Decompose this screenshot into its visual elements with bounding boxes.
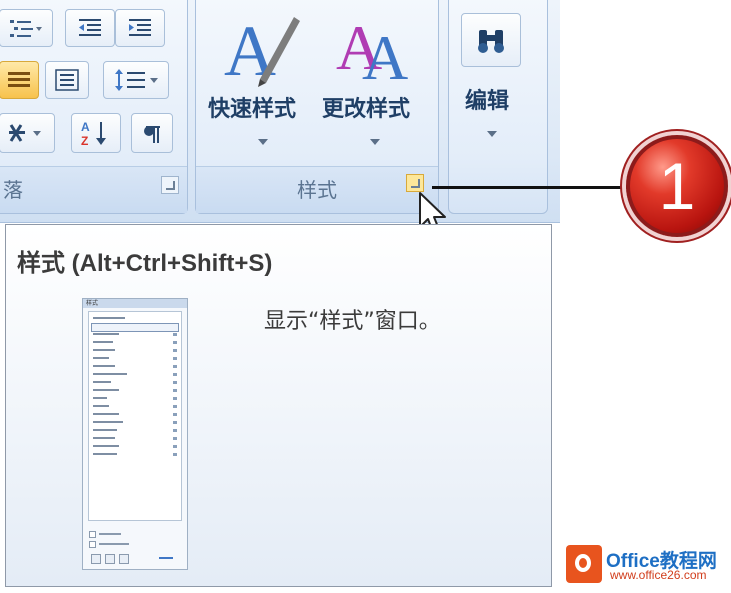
paragraph-group-label: 落 (0, 166, 187, 213)
change-styles-dropdown-arrow (370, 139, 380, 145)
svg-text:A: A (362, 22, 408, 87)
binoculars-button-frame (461, 13, 521, 67)
tooltip-description: 显示“样式”窗口。 (264, 309, 441, 334)
thumbnail-checkbox (89, 531, 96, 538)
thumbnail-mark (173, 389, 177, 392)
multilevel-list-icon (10, 20, 42, 37)
styles-dialog-launcher[interactable] (406, 174, 424, 192)
find-button[interactable]: 编辑 (457, 7, 541, 157)
ribbon: A Z 落 A 快速样式 A A 更改样式 样式 编辑 (0, 0, 560, 223)
thumbnail-line (93, 349, 115, 351)
styles-group-label: 样式 (196, 166, 438, 213)
editing-label: 编辑 (465, 89, 510, 114)
thumbnail-mark (173, 429, 177, 432)
paragraph-mark-icon (144, 126, 160, 143)
quick-styles-dropdown-arrow (258, 139, 268, 145)
increase-indent-button[interactable] (115, 9, 165, 47)
shading-button[interactable] (0, 113, 55, 153)
thumbnail-line (93, 389, 119, 391)
thumbnail-mark (173, 437, 177, 440)
thumbnail-mark (173, 453, 177, 456)
distributed-button[interactable] (45, 61, 89, 99)
editing-dropdown-arrow (487, 131, 497, 137)
thumbnail-mark (173, 333, 177, 336)
thumbnail-line (93, 453, 117, 455)
align-justify-icon (8, 72, 30, 87)
styles-group: A 快速样式 A A 更改样式 样式 (195, 0, 439, 214)
distributed-icon (55, 69, 79, 91)
thumbnail-line (93, 357, 109, 359)
thumbnail-line (93, 421, 123, 423)
sort-button[interactable]: A Z (71, 113, 121, 153)
thumbnail-line (93, 405, 109, 407)
thumbnail-mark (173, 373, 177, 376)
thumbnail-checkbox-label (99, 543, 129, 545)
thumbnail-checkbox (89, 541, 96, 548)
decrease-indent-button[interactable] (65, 9, 115, 47)
binoculars-icon (478, 30, 504, 53)
thumbnail-line (93, 341, 113, 343)
thumbnail-line (93, 413, 119, 415)
thumbnail-mark (173, 365, 177, 368)
callout-number: 1 (658, 149, 696, 223)
thumbnail-options-link (159, 557, 173, 559)
quick-styles-button[interactable]: A 快速样式 (204, 3, 314, 153)
thumbnail-mark (173, 381, 177, 384)
thumbnail-button (91, 554, 101, 564)
svg-text:Z: Z (81, 134, 88, 147)
multilevel-list-button[interactable] (0, 9, 53, 47)
callout-line (432, 186, 637, 189)
thumbnail-line (93, 429, 117, 431)
paragraph-group-label-text: 落 (3, 178, 23, 202)
line-spacing-icon (115, 69, 158, 91)
change-styles-button[interactable]: A A 更改样式 (318, 3, 428, 153)
increase-indent-icon (129, 19, 151, 36)
decrease-indent-icon (79, 19, 101, 36)
thumbnail-line (93, 333, 119, 335)
styles-tooltip: 样式 (Alt+Ctrl+Shift+S) 显示“样式”窗口。 样式 (5, 224, 552, 587)
styles-pane-thumbnail: 样式 (82, 298, 188, 570)
thumbnail-mark (173, 413, 177, 416)
thumbnail-checkbox-label (99, 533, 121, 535)
line-spacing-button[interactable] (103, 61, 169, 99)
thumbnail-line (93, 397, 107, 399)
sort-icon: A Z (81, 120, 106, 147)
change-styles-label: 更改样式 (322, 97, 411, 122)
office-logo-icon (566, 545, 602, 583)
thumbnail-mark (173, 349, 177, 352)
thumbnail-mark (173, 357, 177, 360)
thumbnail-selected-row (91, 323, 179, 332)
thumbnail-line (93, 365, 115, 367)
svg-text:A: A (81, 120, 90, 134)
thumbnail-mark (173, 405, 177, 408)
shading-icon (9, 124, 41, 142)
change-styles-icon: A A (336, 12, 408, 87)
paragraph-group: A Z 落 (0, 0, 188, 214)
thumbnail-line (93, 373, 127, 375)
thumbnail-mark (173, 341, 177, 344)
thumbnail-header: 样式 (83, 299, 187, 308)
paragraph-dialog-launcher[interactable] (161, 176, 179, 194)
thumbnail-line (93, 381, 111, 383)
thumbnail-button (105, 554, 115, 564)
align-justify-button[interactable] (0, 61, 39, 99)
quick-styles-icon: A (224, 11, 300, 87)
thumbnail-mark (173, 445, 177, 448)
show-marks-button[interactable] (131, 113, 173, 153)
watermark-url: www.office26.com (610, 568, 707, 582)
callout-marker: 1 (626, 135, 728, 237)
thumbnail-line (93, 445, 119, 447)
thumbnail-mark (173, 397, 177, 400)
thumbnail-button (119, 554, 129, 564)
thumbnail-line (93, 317, 125, 319)
tooltip-title: 样式 (Alt+Ctrl+Shift+S) (17, 250, 273, 277)
thumbnail-mark (173, 421, 177, 424)
editing-group: 编辑 (448, 0, 548, 214)
thumbnail-line (93, 437, 115, 439)
thumbnail-style-list (88, 311, 182, 521)
quick-styles-label: 快速样式 (208, 97, 297, 122)
